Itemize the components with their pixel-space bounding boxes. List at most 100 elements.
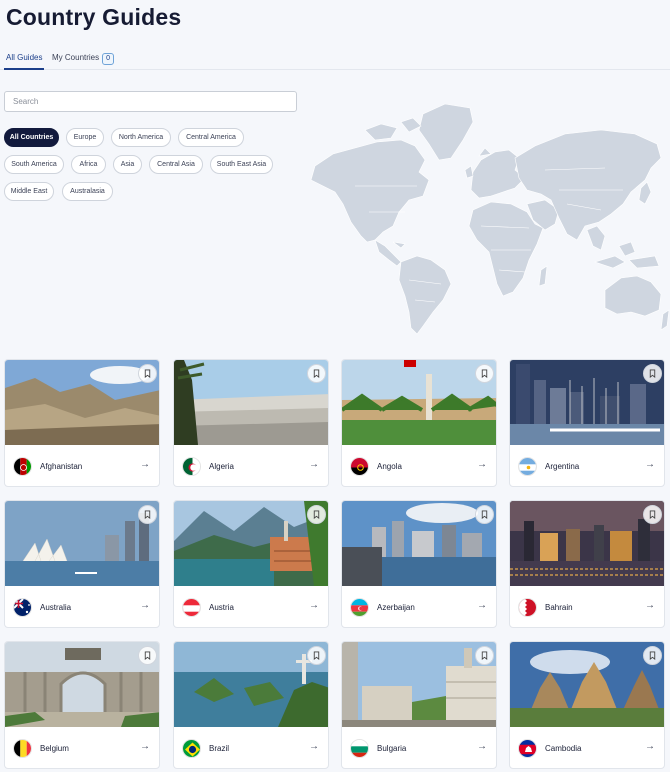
country-name: Bulgaria	[377, 744, 407, 753]
bookmark-button[interactable]	[138, 646, 157, 665]
bookmark-button[interactable]	[138, 505, 157, 524]
country-photo	[342, 360, 496, 445]
country-name: Afghanistan	[40, 462, 83, 471]
bookmark-icon	[313, 510, 320, 519]
filter-central-america[interactable]: Central America	[178, 128, 244, 147]
country-photo	[174, 360, 328, 445]
filter-middle-east[interactable]: Middle East	[4, 182, 54, 201]
country-card-brazil[interactable]: Brazil →	[173, 641, 329, 769]
angola-flag-icon	[350, 457, 369, 476]
bookmark-icon	[481, 510, 488, 519]
filter-central-asia[interactable]: Central Asia	[149, 155, 203, 174]
bookmark-button[interactable]	[475, 364, 494, 383]
bookmark-icon	[481, 369, 488, 378]
country-photo	[510, 501, 664, 586]
bookmark-button[interactable]	[475, 505, 494, 524]
bookmark-icon	[144, 510, 151, 519]
filter-asia[interactable]: Asia	[113, 155, 142, 174]
country-card-cambodia[interactable]: Cambodia →	[509, 641, 665, 769]
country-card-australia[interactable]: Australia →	[4, 500, 160, 628]
arrow-right-icon: →	[477, 741, 487, 752]
tab-bar: All Guides My Countries 0	[0, 50, 670, 70]
tab-my-countries[interactable]: My Countries 0	[52, 53, 115, 65]
filter-south-east-asia[interactable]: South East Asia	[210, 155, 273, 174]
bookmark-icon	[144, 651, 151, 660]
my-countries-count-badge: 0	[102, 53, 115, 65]
bookmark-button[interactable]	[307, 364, 326, 383]
country-card-algeria[interactable]: Algeria →	[173, 359, 329, 487]
arrow-right-icon: →	[645, 459, 655, 470]
bookmark-button[interactable]	[475, 646, 494, 665]
country-name: Angola	[377, 462, 402, 471]
australia-flag-icon	[13, 598, 32, 617]
algeria-flag-icon	[182, 457, 201, 476]
country-name: Brazil	[209, 744, 230, 753]
bookmark-button[interactable]	[643, 646, 662, 665]
bookmark-icon	[144, 369, 151, 378]
bookmark-button[interactable]	[643, 505, 662, 524]
bookmark-button[interactable]	[307, 505, 326, 524]
country-photo	[5, 501, 159, 586]
country-photo	[510, 360, 664, 445]
country-name: Australia	[40, 603, 72, 612]
country-card-argentina[interactable]: Argentina →	[509, 359, 665, 487]
bahrain-flag-icon	[518, 598, 537, 617]
filter-australasia[interactable]: Australasia	[62, 182, 113, 201]
bookmark-button[interactable]	[138, 364, 157, 383]
bookmark-icon	[313, 651, 320, 660]
country-name: Algeria	[209, 462, 234, 471]
arrow-right-icon: →	[645, 741, 655, 752]
bookmark-button[interactable]	[307, 646, 326, 665]
country-name: Argentina	[545, 462, 580, 471]
active-tab-indicator	[4, 68, 44, 70]
argentina-flag-icon	[518, 457, 537, 476]
country-name: Belgium	[40, 744, 69, 753]
search-input[interactable]	[4, 91, 297, 112]
tab-my-countries-label: My Countries	[52, 53, 100, 62]
brazil-flag-icon	[182, 739, 201, 758]
country-card-bahrain[interactable]: Bahrain →	[509, 500, 665, 628]
country-card-belgium[interactable]: Belgium →	[4, 641, 160, 769]
bookmark-icon	[649, 651, 656, 660]
arrow-right-icon: →	[477, 459, 487, 470]
filter-africa[interactable]: Africa	[71, 155, 106, 174]
world-map[interactable]	[305, 100, 670, 335]
country-photo	[174, 642, 328, 727]
country-card-azerbaijan[interactable]: Azerbaijan →	[341, 500, 497, 628]
arrow-right-icon: →	[309, 600, 319, 611]
country-card-bulgaria[interactable]: Bulgaria →	[341, 641, 497, 769]
filter-north-america[interactable]: North America	[111, 128, 171, 147]
country-name: Cambodia	[545, 744, 582, 753]
country-name: Bahrain	[545, 603, 573, 612]
country-photo	[510, 642, 664, 727]
bookmark-icon	[649, 510, 656, 519]
austria-flag-icon	[182, 598, 201, 617]
arrow-right-icon: →	[140, 459, 150, 470]
arrow-right-icon: →	[140, 600, 150, 611]
country-photo	[5, 642, 159, 727]
page-title: Country Guides	[6, 4, 182, 30]
tab-all-guides[interactable]: All Guides	[6, 53, 42, 62]
filter-europe[interactable]: Europe	[66, 128, 104, 147]
country-photo	[342, 642, 496, 727]
filter-all-countries[interactable]: All Countries	[4, 128, 59, 147]
arrow-right-icon: →	[645, 600, 655, 611]
tab-all-guides-label: All Guides	[6, 53, 43, 62]
afghanistan-flag-icon	[13, 457, 32, 476]
country-card-angola[interactable]: Angola →	[341, 359, 497, 487]
bookmark-button[interactable]	[643, 364, 662, 383]
country-name: Austria	[209, 603, 234, 612]
arrow-right-icon: →	[477, 600, 487, 611]
bookmark-icon	[313, 369, 320, 378]
bookmark-icon	[481, 651, 488, 660]
bulgaria-flag-icon	[350, 739, 369, 758]
country-photo	[5, 360, 159, 445]
country-card-austria[interactable]: Austria →	[173, 500, 329, 628]
country-card-afghanistan[interactable]: Afghanistan →	[4, 359, 160, 487]
arrow-right-icon: →	[309, 741, 319, 752]
filter-south-america[interactable]: South America	[4, 155, 64, 174]
country-photo	[174, 501, 328, 586]
country-photo	[342, 501, 496, 586]
cambodia-flag-icon	[518, 739, 537, 758]
belgium-flag-icon	[13, 739, 32, 758]
